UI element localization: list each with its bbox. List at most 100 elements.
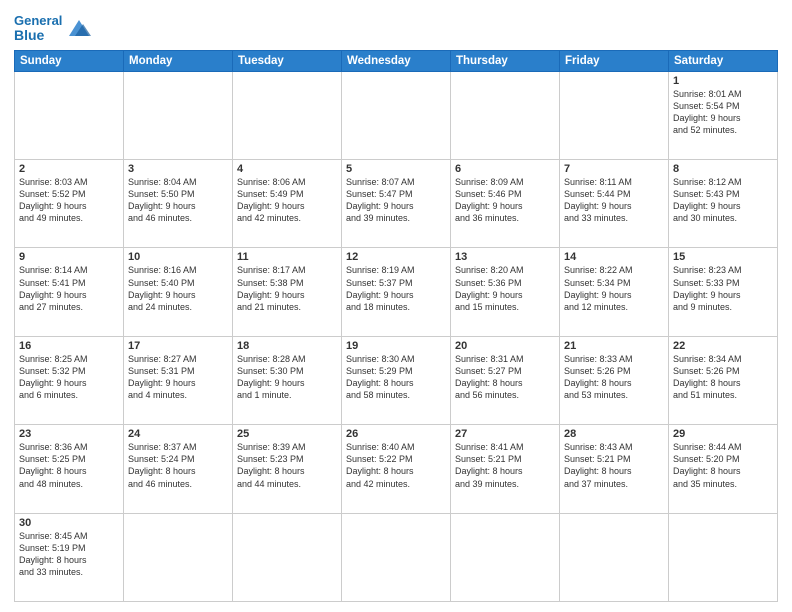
day-info: Sunrise: 8:12 AM Sunset: 5:43 PM Dayligh… <box>673 176 773 225</box>
logo-icon <box>65 18 93 40</box>
calendar-week-6: 30Sunrise: 8:45 AM Sunset: 5:19 PM Dayli… <box>15 513 778 601</box>
day-info: Sunrise: 8:14 AM Sunset: 5:41 PM Dayligh… <box>19 264 119 313</box>
calendar-cell <box>451 71 560 159</box>
day-number: 19 <box>346 340 446 352</box>
column-header-saturday: Saturday <box>669 50 778 71</box>
day-info: Sunrise: 8:39 AM Sunset: 5:23 PM Dayligh… <box>237 441 337 490</box>
day-info: Sunrise: 8:11 AM Sunset: 5:44 PM Dayligh… <box>564 176 664 225</box>
calendar-cell: 9Sunrise: 8:14 AM Sunset: 5:41 PM Daylig… <box>15 248 124 336</box>
calendar-table: SundayMondayTuesdayWednesdayThursdayFrid… <box>14 50 778 602</box>
column-header-friday: Friday <box>560 50 669 71</box>
calendar-cell <box>451 513 560 601</box>
calendar-cell: 8Sunrise: 8:12 AM Sunset: 5:43 PM Daylig… <box>669 160 778 248</box>
day-number: 21 <box>564 340 664 352</box>
calendar-cell: 7Sunrise: 8:11 AM Sunset: 5:44 PM Daylig… <box>560 160 669 248</box>
day-number: 11 <box>237 251 337 263</box>
logo-blue: Blue <box>14 27 44 43</box>
calendar-cell: 18Sunrise: 8:28 AM Sunset: 5:30 PM Dayli… <box>233 336 342 424</box>
calendar-cell: 21Sunrise: 8:33 AM Sunset: 5:26 PM Dayli… <box>560 336 669 424</box>
day-info: Sunrise: 8:09 AM Sunset: 5:46 PM Dayligh… <box>455 176 555 225</box>
day-info: Sunrise: 8:27 AM Sunset: 5:31 PM Dayligh… <box>128 353 228 402</box>
calendar-cell: 26Sunrise: 8:40 AM Sunset: 5:22 PM Dayli… <box>342 425 451 513</box>
day-number: 2 <box>19 163 119 175</box>
calendar-week-4: 16Sunrise: 8:25 AM Sunset: 5:32 PM Dayli… <box>15 336 778 424</box>
day-number: 15 <box>673 251 773 263</box>
day-number: 1 <box>673 75 773 87</box>
calendar-cell: 16Sunrise: 8:25 AM Sunset: 5:32 PM Dayli… <box>15 336 124 424</box>
calendar-cell: 5Sunrise: 8:07 AM Sunset: 5:47 PM Daylig… <box>342 160 451 248</box>
day-info: Sunrise: 8:44 AM Sunset: 5:20 PM Dayligh… <box>673 441 773 490</box>
day-number: 14 <box>564 251 664 263</box>
day-info: Sunrise: 8:01 AM Sunset: 5:54 PM Dayligh… <box>673 88 773 137</box>
day-number: 16 <box>19 340 119 352</box>
calendar-cell <box>560 71 669 159</box>
calendar-cell: 27Sunrise: 8:41 AM Sunset: 5:21 PM Dayli… <box>451 425 560 513</box>
day-info: Sunrise: 8:06 AM Sunset: 5:49 PM Dayligh… <box>237 176 337 225</box>
day-number: 25 <box>237 428 337 440</box>
calendar-cell: 10Sunrise: 8:16 AM Sunset: 5:40 PM Dayli… <box>124 248 233 336</box>
column-header-thursday: Thursday <box>451 50 560 71</box>
day-info: Sunrise: 8:31 AM Sunset: 5:27 PM Dayligh… <box>455 353 555 402</box>
calendar-cell: 20Sunrise: 8:31 AM Sunset: 5:27 PM Dayli… <box>451 336 560 424</box>
calendar-header: SundayMondayTuesdayWednesdayThursdayFrid… <box>15 50 778 71</box>
calendar-week-3: 9Sunrise: 8:14 AM Sunset: 5:41 PM Daylig… <box>15 248 778 336</box>
day-number: 20 <box>455 340 555 352</box>
calendar-cell <box>124 71 233 159</box>
calendar-cell: 12Sunrise: 8:19 AM Sunset: 5:37 PM Dayli… <box>342 248 451 336</box>
day-number: 18 <box>237 340 337 352</box>
day-info: Sunrise: 8:04 AM Sunset: 5:50 PM Dayligh… <box>128 176 228 225</box>
day-number: 22 <box>673 340 773 352</box>
calendar-week-1: 1Sunrise: 8:01 AM Sunset: 5:54 PM Daylig… <box>15 71 778 159</box>
day-number: 28 <box>564 428 664 440</box>
calendar-cell <box>233 513 342 601</box>
day-info: Sunrise: 8:33 AM Sunset: 5:26 PM Dayligh… <box>564 353 664 402</box>
day-number: 24 <box>128 428 228 440</box>
calendar-cell: 15Sunrise: 8:23 AM Sunset: 5:33 PM Dayli… <box>669 248 778 336</box>
calendar-cell <box>233 71 342 159</box>
calendar-cell: 11Sunrise: 8:17 AM Sunset: 5:38 PM Dayli… <box>233 248 342 336</box>
calendar-cell <box>15 71 124 159</box>
calendar-week-2: 2Sunrise: 8:03 AM Sunset: 5:52 PM Daylig… <box>15 160 778 248</box>
day-number: 13 <box>455 251 555 263</box>
day-number: 6 <box>455 163 555 175</box>
calendar-cell: 24Sunrise: 8:37 AM Sunset: 5:24 PM Dayli… <box>124 425 233 513</box>
day-info: Sunrise: 8:36 AM Sunset: 5:25 PM Dayligh… <box>19 441 119 490</box>
day-number: 3 <box>128 163 228 175</box>
day-info: Sunrise: 8:22 AM Sunset: 5:34 PM Dayligh… <box>564 264 664 313</box>
day-number: 29 <box>673 428 773 440</box>
calendar-cell: 25Sunrise: 8:39 AM Sunset: 5:23 PM Dayli… <box>233 425 342 513</box>
column-header-tuesday: Tuesday <box>233 50 342 71</box>
calendar-cell <box>342 71 451 159</box>
calendar-cell: 4Sunrise: 8:06 AM Sunset: 5:49 PM Daylig… <box>233 160 342 248</box>
column-header-sunday: Sunday <box>15 50 124 71</box>
day-info: Sunrise: 8:25 AM Sunset: 5:32 PM Dayligh… <box>19 353 119 402</box>
calendar-cell: 19Sunrise: 8:30 AM Sunset: 5:29 PM Dayli… <box>342 336 451 424</box>
calendar-cell <box>669 513 778 601</box>
day-number: 7 <box>564 163 664 175</box>
day-info: Sunrise: 8:28 AM Sunset: 5:30 PM Dayligh… <box>237 353 337 402</box>
logo-text: General <box>14 14 62 28</box>
calendar-cell: 6Sunrise: 8:09 AM Sunset: 5:46 PM Daylig… <box>451 160 560 248</box>
day-number: 5 <box>346 163 446 175</box>
day-info: Sunrise: 8:23 AM Sunset: 5:33 PM Dayligh… <box>673 264 773 313</box>
calendar-cell: 13Sunrise: 8:20 AM Sunset: 5:36 PM Dayli… <box>451 248 560 336</box>
day-info: Sunrise: 8:19 AM Sunset: 5:37 PM Dayligh… <box>346 264 446 313</box>
calendar-cell: 28Sunrise: 8:43 AM Sunset: 5:21 PM Dayli… <box>560 425 669 513</box>
day-info: Sunrise: 8:37 AM Sunset: 5:24 PM Dayligh… <box>128 441 228 490</box>
day-info: Sunrise: 8:17 AM Sunset: 5:38 PM Dayligh… <box>237 264 337 313</box>
column-header-monday: Monday <box>124 50 233 71</box>
day-info: Sunrise: 8:43 AM Sunset: 5:21 PM Dayligh… <box>564 441 664 490</box>
day-info: Sunrise: 8:16 AM Sunset: 5:40 PM Dayligh… <box>128 264 228 313</box>
page: General Blue SundayMondayTuesdayWednesda… <box>0 0 792 612</box>
calendar-cell: 17Sunrise: 8:27 AM Sunset: 5:31 PM Dayli… <box>124 336 233 424</box>
day-number: 30 <box>19 517 119 529</box>
calendar-cell: 14Sunrise: 8:22 AM Sunset: 5:34 PM Dayli… <box>560 248 669 336</box>
day-number: 27 <box>455 428 555 440</box>
calendar-cell: 23Sunrise: 8:36 AM Sunset: 5:25 PM Dayli… <box>15 425 124 513</box>
calendar-cell: 30Sunrise: 8:45 AM Sunset: 5:19 PM Dayli… <box>15 513 124 601</box>
calendar-cell <box>560 513 669 601</box>
calendar-week-5: 23Sunrise: 8:36 AM Sunset: 5:25 PM Dayli… <box>15 425 778 513</box>
calendar-cell <box>124 513 233 601</box>
day-info: Sunrise: 8:41 AM Sunset: 5:21 PM Dayligh… <box>455 441 555 490</box>
day-info: Sunrise: 8:45 AM Sunset: 5:19 PM Dayligh… <box>19 530 119 579</box>
